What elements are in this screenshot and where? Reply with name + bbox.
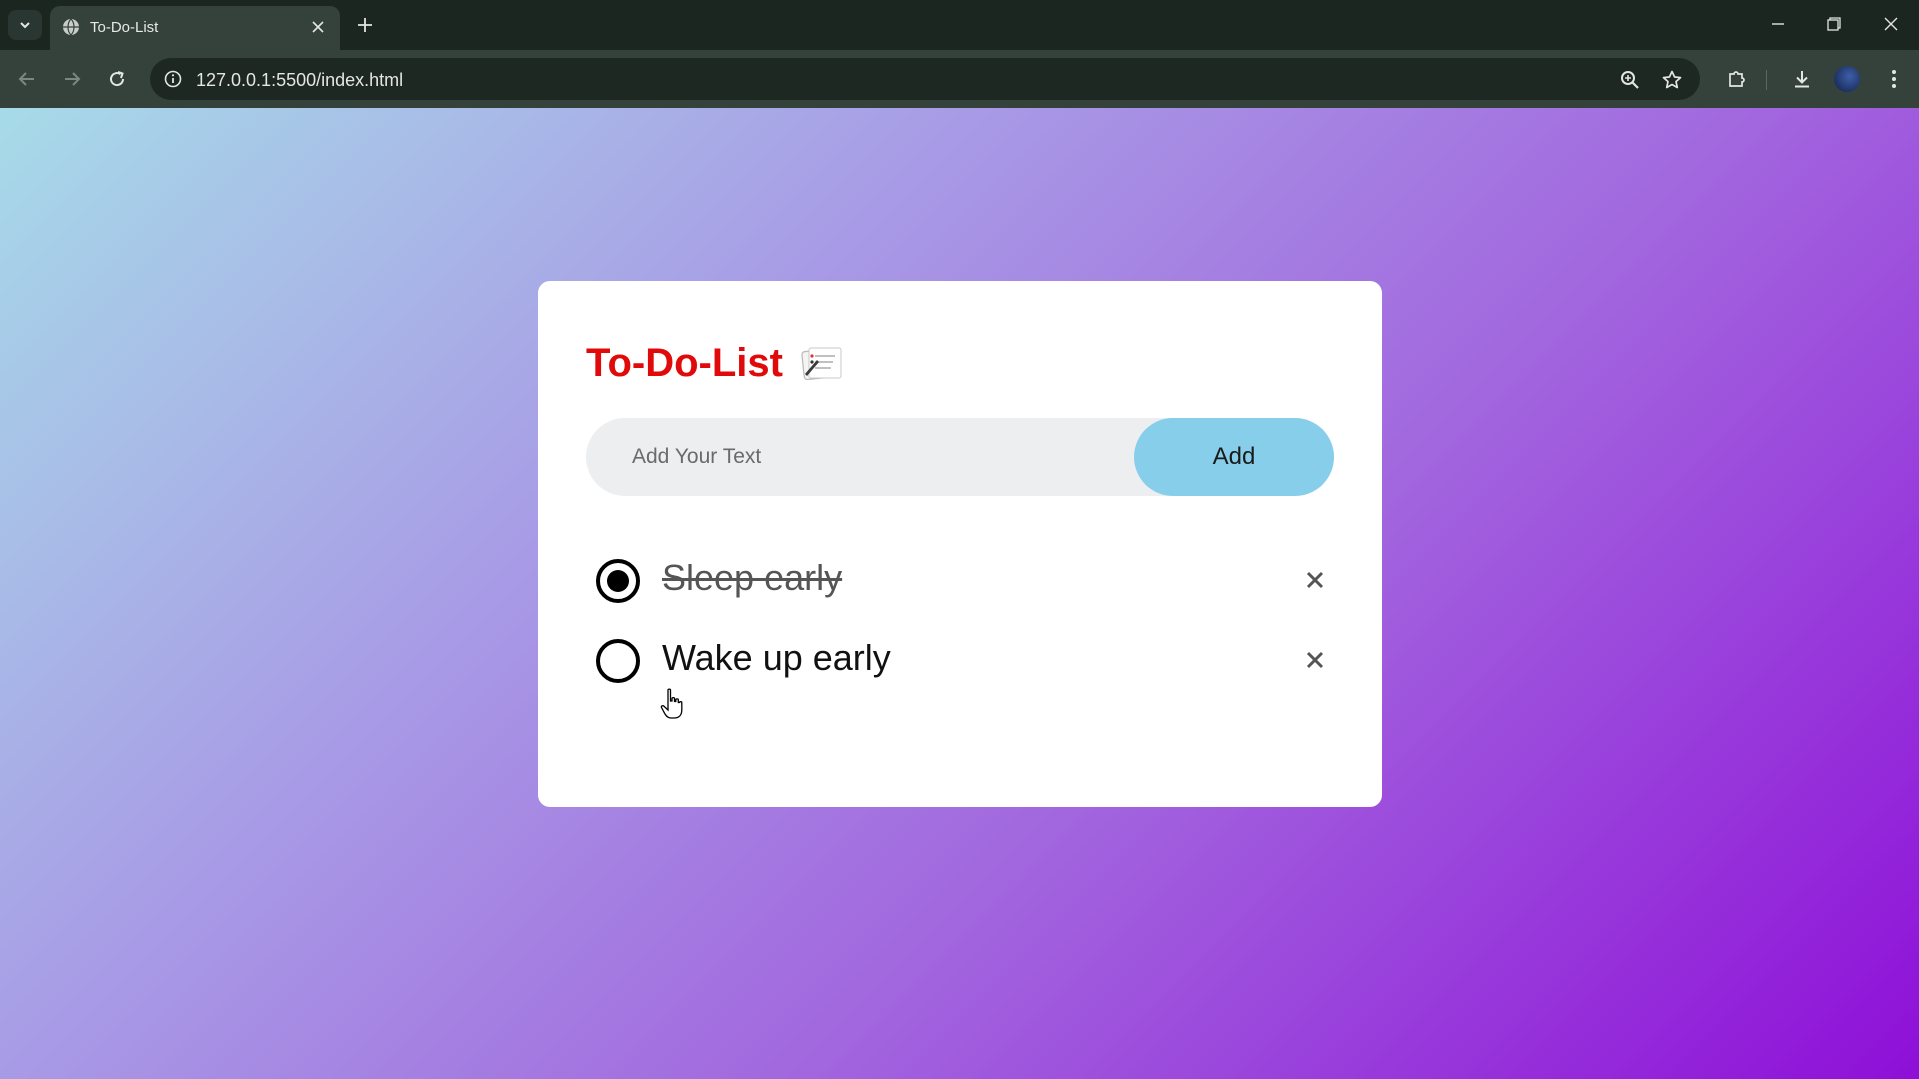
restore-icon bbox=[1827, 17, 1841, 31]
star-icon bbox=[1662, 70, 1682, 89]
task-text[interactable]: Sleep early bbox=[662, 557, 842, 599]
site-info-button[interactable] bbox=[160, 66, 186, 92]
delete-task-button[interactable] bbox=[1298, 643, 1332, 677]
restore-button[interactable] bbox=[1814, 8, 1854, 40]
app-header: To-Do-List bbox=[586, 341, 845, 386]
new-tab-button[interactable] bbox=[352, 12, 378, 38]
add-button[interactable]: Add bbox=[1134, 418, 1334, 496]
toolbar-divider bbox=[1766, 70, 1767, 90]
zoom-button[interactable] bbox=[1616, 66, 1644, 94]
tab-search-button[interactable] bbox=[8, 10, 42, 40]
url-text: 127.0.0.1:5500/index.html bbox=[196, 70, 404, 90]
hand-cursor-icon bbox=[660, 688, 683, 719]
forward-button[interactable] bbox=[57, 64, 87, 94]
globe-icon bbox=[63, 18, 79, 36]
task-text[interactable]: Wake up early bbox=[662, 637, 891, 679]
puzzle-icon bbox=[1729, 71, 1745, 87]
tab-title: To-Do-List bbox=[90, 19, 159, 36]
notepad-icon bbox=[801, 347, 842, 380]
task-item[interactable]: Sleep early bbox=[596, 549, 1324, 629]
chevron-down-icon bbox=[20, 22, 30, 29]
download-icon bbox=[1795, 71, 1809, 88]
task-checkbox-checked[interactable] bbox=[596, 559, 640, 603]
minimize-button[interactable] bbox=[1758, 8, 1798, 40]
add-task-row: Add bbox=[586, 418, 1334, 496]
task-item[interactable]: Wake up early bbox=[596, 629, 1324, 709]
menu-button[interactable] bbox=[1879, 64, 1909, 94]
arrow-left-icon bbox=[18, 72, 34, 86]
close-icon bbox=[1306, 571, 1324, 589]
task-list: Sleep early Wake up early bbox=[596, 549, 1324, 709]
task-checkbox-unchecked[interactable] bbox=[596, 639, 640, 683]
profile-avatar[interactable] bbox=[1834, 66, 1860, 92]
reload-icon bbox=[110, 71, 125, 87]
reload-button[interactable] bbox=[102, 64, 132, 94]
browser-toolbar: 127.0.0.1:5500/index.html bbox=[0, 50, 1919, 108]
extensions-button[interactable] bbox=[1722, 64, 1752, 94]
close-icon bbox=[1884, 17, 1898, 31]
info-icon bbox=[164, 70, 182, 88]
plus-icon bbox=[358, 18, 372, 32]
delete-task-button[interactable] bbox=[1298, 563, 1332, 597]
zoom-icon bbox=[1621, 71, 1639, 89]
close-icon bbox=[1306, 651, 1324, 669]
arrow-right-icon bbox=[65, 72, 81, 86]
todo-card: To-Do-List Add Sleep early bbox=[538, 281, 1382, 807]
bookmark-button[interactable] bbox=[1658, 66, 1686, 94]
browser-tab-bar: To-Do-List bbox=[0, 0, 1919, 50]
minimize-icon bbox=[1772, 23, 1784, 25]
app-title: To-Do-List bbox=[586, 341, 783, 385]
downloads-button[interactable] bbox=[1787, 64, 1817, 94]
page-viewport: To-Do-List Add Sleep early bbox=[0, 108, 1919, 1079]
more-vertical-icon bbox=[1892, 70, 1896, 88]
window-close-button[interactable] bbox=[1871, 8, 1911, 40]
address-bar[interactable]: 127.0.0.1:5500/index.html bbox=[150, 58, 1700, 100]
task-input[interactable] bbox=[586, 418, 1146, 496]
back-button[interactable] bbox=[12, 64, 42, 94]
tab-close-button[interactable] bbox=[308, 17, 328, 37]
browser-tab[interactable]: To-Do-List bbox=[50, 6, 340, 50]
close-icon bbox=[312, 21, 324, 33]
